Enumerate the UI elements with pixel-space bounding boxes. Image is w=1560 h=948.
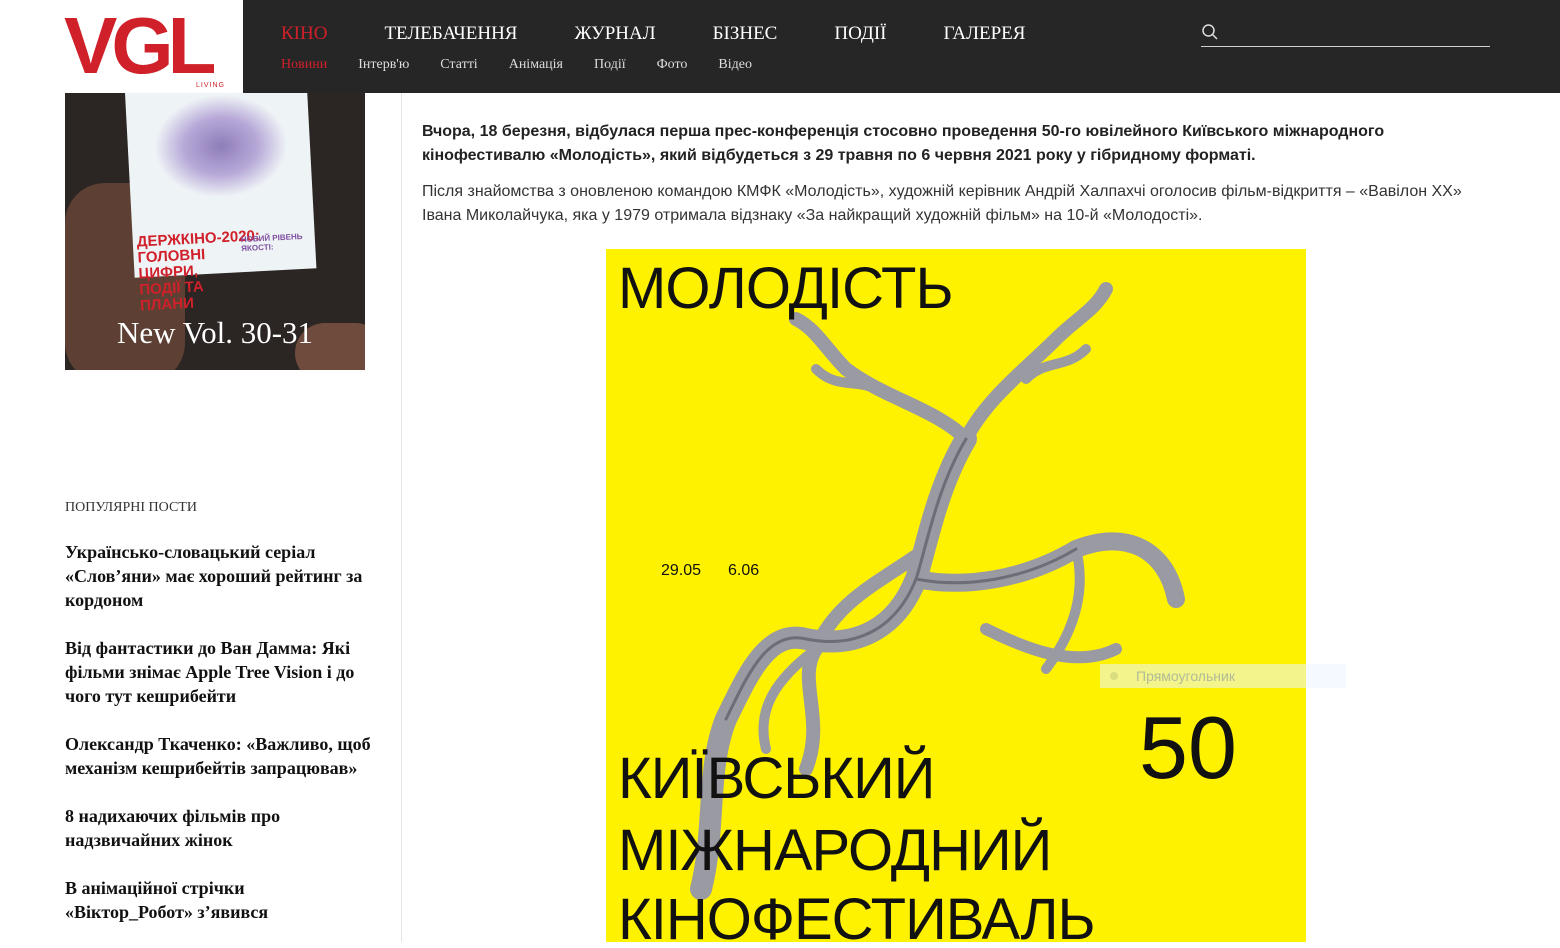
element-tooltip: Прямоугольник — [1100, 664, 1346, 688]
search-bar — [1201, 20, 1490, 47]
poster-line-3: КІНОФЕСТИВАЛЬ — [618, 887, 1096, 942]
cover-side-text: НОВИЙ РІВЕНЬ ЯКОСТІ: — [240, 231, 303, 254]
popular-posts-title: ПОПУЛЯРНІ ПОСТИ — [65, 500, 197, 515]
tooltip-dot-icon — [1110, 672, 1118, 680]
subnav-item-interviu[interactable]: Інтерв'ю — [358, 57, 409, 73]
logo-subtext: LIVING — [196, 82, 225, 89]
nav-item-kino[interactable]: КІНО — [281, 23, 327, 45]
poster-line-1: КИЇВСЬКИЙ — [618, 746, 935, 811]
poster-title: МОЛОДІСТЬ — [618, 256, 954, 321]
nav-item-zhurnal[interactable]: ЖУРНАЛ — [574, 23, 655, 45]
tooltip-label: Прямоугольник — [1136, 668, 1235, 684]
magazine-volume: New Vol. 30-31 — [116, 315, 314, 350]
logo-text: VGL — [64, 1, 216, 90]
subnav-item-foto[interactable]: Фото — [657, 57, 688, 73]
popular-post-link[interactable]: Олександр Ткаченко: «Важливо, щоб механі… — [65, 732, 375, 780]
sidebar-divider — [401, 93, 402, 942]
poster-number: 50 — [1139, 698, 1237, 797]
article-body: Вчора, 18 березня, відбулася перша прес-… — [422, 120, 1502, 228]
nav-item-biznes[interactable]: БІЗНЕС — [713, 23, 778, 45]
magazine-cover: ДЕРЖКІНО-2020: ГОЛОВНІ ЦИФРИ, ПОДІЇ ТА П… — [125, 93, 317, 314]
subnav-item-novyny[interactable]: Новини — [281, 57, 327, 73]
search-icon[interactable] — [1201, 23, 1219, 41]
popular-post-link[interactable]: Українсько-словацький серіал «Слов’яни» … — [65, 540, 375, 612]
nav-item-galereya[interactable]: ГАЛЕРЕЯ — [943, 23, 1025, 45]
poster-date-end: 6.06 — [728, 562, 760, 579]
popular-post-link[interactable]: В анімаційної стрічки «Віктор_Робот» з’я… — [65, 876, 375, 924]
nav-item-telebachennya[interactable]: ТЕЛЕБАЧЕННЯ — [384, 23, 517, 45]
poster-line-2: МІЖНАРОДНИЙ — [618, 818, 1052, 883]
sub-nav: Новини Інтерв'ю Статті Анімація Події Фо… — [281, 57, 783, 73]
subnav-item-video[interactable]: Відео — [718, 57, 752, 73]
subnav-item-statti[interactable]: Статті — [440, 57, 477, 73]
subnav-item-podii[interactable]: Події — [594, 57, 626, 73]
subnav-item-animatsiya[interactable]: Анімація — [509, 57, 563, 73]
article-lead: Вчора, 18 березня, відбулася перша прес-… — [422, 123, 1385, 164]
popular-posts-list: Українсько-словацький серіал «Слов’яни» … — [65, 540, 375, 948]
top-navbar: КІНО ТЕЛЕБАЧЕННЯ ЖУРНАЛ БІЗНЕС ПОДІЇ ГАЛ… — [243, 0, 1560, 93]
poster-date-start: 29.05 — [661, 562, 702, 579]
article-paragraph: Після знайомства з оновленою командою КМ… — [422, 183, 1462, 224]
popular-post-link[interactable]: Від фантастики до Ван Дамма: Які фільми … — [65, 636, 375, 708]
cover-flower-art — [153, 93, 289, 200]
cover-title: ДЕРЖКІНО-2020: ГОЛОВНІ ЦИФРИ, ПОДІЇ ТА П… — [136, 227, 261, 315]
main-nav: КІНО ТЕЛЕБАЧЕННЯ ЖУРНАЛ БІЗНЕС ПОДІЇ ГАЛ… — [281, 23, 1082, 45]
magazine-promo-image[interactable]: ДЕРЖКІНО-2020: ГОЛОВНІ ЦИФРИ, ПОДІЇ ТА П… — [65, 93, 365, 370]
festival-poster: МОЛОДІСТЬ 29.05 6.06 50 КИЇВСЬКИЙ МІЖНАР… — [606, 249, 1306, 942]
nav-item-podii[interactable]: ПОДІЇ — [834, 23, 886, 45]
popular-post-link[interactable]: 8 надихаючих фільмів про надзвичайних жі… — [65, 804, 375, 852]
site-logo[interactable]: VGL LIVING — [0, 0, 243, 93]
search-input[interactable] — [1227, 22, 1489, 46]
